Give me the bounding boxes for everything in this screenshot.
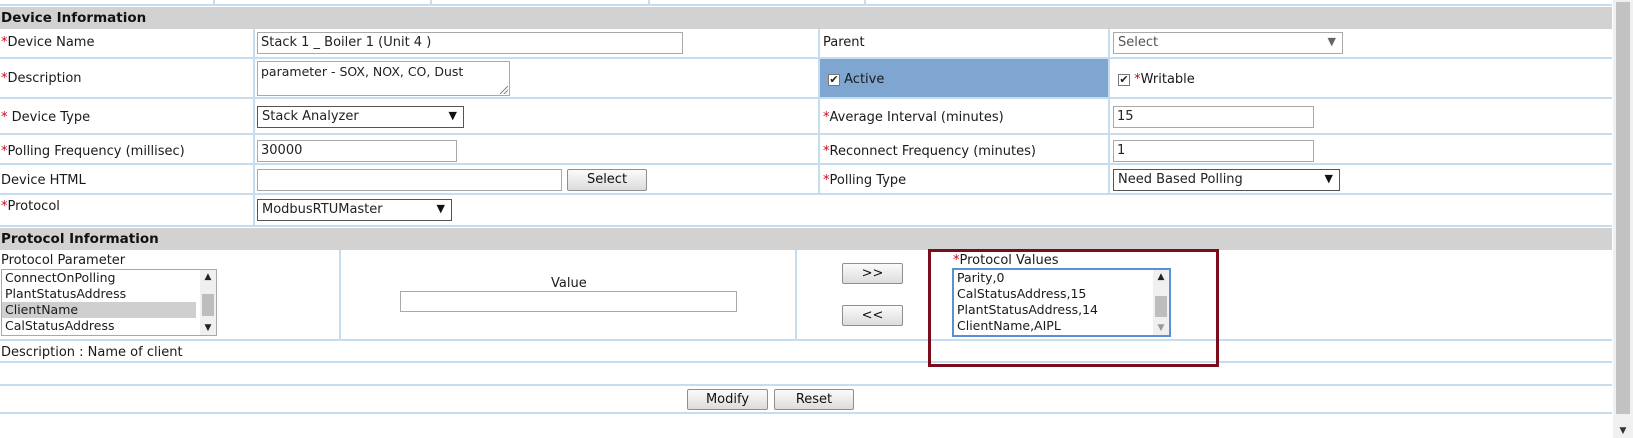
grid-divider (253, 29, 255, 227)
value-input[interactable] (400, 291, 737, 312)
polling-type-select[interactable]: Need Based Polling ▼ (1113, 169, 1340, 191)
resize-grip-icon[interactable] (500, 86, 508, 94)
list-item[interactable]: ConnectOnPolling (2, 270, 216, 286)
protocol-information-header: Protocol Information (0, 228, 1612, 250)
writable-checkbox-group: ✔ *Writable (1118, 72, 1195, 87)
description-label: *Description (1, 71, 82, 86)
list-scrollbar[interactable]: ▲ ▼ (200, 270, 216, 335)
device-name-input[interactable]: Stack 1 _ Boiler 1 (Unit 4 ) (257, 32, 683, 54)
chevron-down-icon: ▼ (1324, 172, 1333, 185)
list-item[interactable]: CalStatusAddress (2, 318, 216, 334)
grid-divider (339, 250, 341, 341)
row-protocol-params (0, 250, 1612, 341)
triangle-down-icon[interactable]: ▼ (1613, 426, 1633, 436)
device-name-label: *Device Name (1, 35, 95, 50)
device-type-select[interactable]: Stack Analyzer ▼ (257, 106, 464, 128)
triangle-down-icon[interactable]: ▼ (200, 321, 216, 335)
row-description (0, 59, 1612, 99)
highlight-box (928, 249, 1219, 367)
description-textarea[interactable]: parameter - SOX, NOX, CO, Dust (257, 61, 510, 96)
polling-frequency-label: *Polling Frequency (millisec) (1, 144, 185, 159)
grid-divider (818, 29, 820, 195)
row-device-html (0, 165, 1612, 195)
device-type-value: Stack Analyzer (262, 109, 359, 124)
average-interval-label: *Average Interval (minutes) (823, 110, 1004, 125)
tab-divider (213, 0, 215, 5)
protocol-value: ModbusRTUMaster (262, 202, 383, 217)
reset-button[interactable]: Reset (774, 389, 854, 410)
device-html-input[interactable] (257, 169, 562, 191)
scrollbar-thumb[interactable] (202, 294, 214, 316)
page-scrollbar[interactable]: ▼ (1613, 0, 1633, 438)
chevron-down-icon: ▼ (436, 202, 445, 215)
chevron-down-icon: ▼ (448, 109, 457, 122)
row-polling-frequency (0, 135, 1612, 165)
writable-label: Writable (1140, 72, 1195, 87)
row-device-name (0, 29, 1612, 59)
active-checkbox-group: ✔ Active (828, 72, 884, 87)
row-protocol (0, 195, 1612, 227)
protocol-select[interactable]: ModbusRTUMaster ▼ (257, 199, 452, 221)
polling-type-label: *Polling Type (823, 173, 907, 188)
modify-button[interactable]: Modify (687, 389, 768, 410)
page-bottom (0, 416, 1633, 438)
average-interval-input[interactable]: 15 (1113, 106, 1314, 128)
parent-select[interactable]: Select ▼ (1113, 32, 1343, 54)
row-device-type (0, 99, 1612, 135)
grid-divider (795, 250, 797, 341)
parent-label: Parent (823, 35, 865, 50)
device-html-select-button[interactable]: Select (567, 169, 647, 191)
grid-divider (1108, 29, 1110, 195)
reconnect-frequency-input[interactable]: 1 (1113, 140, 1314, 162)
top-strip (0, 0, 1612, 6)
parent-select-value: Select (1118, 35, 1159, 50)
writable-checkbox[interactable]: ✔ (1118, 74, 1130, 86)
remove-value-button[interactable]: << (842, 305, 903, 326)
tab-divider (648, 0, 650, 5)
active-checkbox[interactable]: ✔ (828, 74, 840, 86)
triangle-up-icon[interactable]: ▲ (200, 270, 216, 284)
value-label: Value (551, 276, 587, 291)
polling-frequency-input[interactable]: 30000 (257, 140, 457, 162)
row-protocol-description (0, 341, 1612, 363)
list-item[interactable]: PlantStatusAddress (2, 286, 216, 302)
device-html-label: Device HTML (1, 173, 86, 188)
chevron-down-icon: ▼ (1327, 35, 1336, 48)
tab-divider (864, 0, 866, 5)
protocol-label: *Protocol (1, 199, 60, 214)
polling-type-value: Need Based Polling (1118, 172, 1243, 187)
list-item-selected[interactable]: ClientName (2, 302, 196, 318)
description-value: parameter - SOX, NOX, CO, Dust (261, 64, 464, 79)
active-label: Active (844, 72, 885, 87)
scrollbar-thumb[interactable] (1616, 2, 1630, 414)
add-value-button[interactable]: >> (842, 263, 903, 284)
protocol-description: Description : Name of client (1, 345, 183, 360)
device-information-header: Device Information (0, 7, 1612, 29)
device-type-label: * Device Type (1, 110, 91, 125)
tab-divider (430, 0, 432, 5)
protocol-parameter-list[interactable]: ConnectOnPolling PlantStatusAddress Clie… (1, 269, 217, 336)
reconnect-frequency-label: *Reconnect Frequency (minutes) (823, 144, 1036, 159)
protocol-parameter-label: Protocol Parameter (1, 253, 126, 268)
